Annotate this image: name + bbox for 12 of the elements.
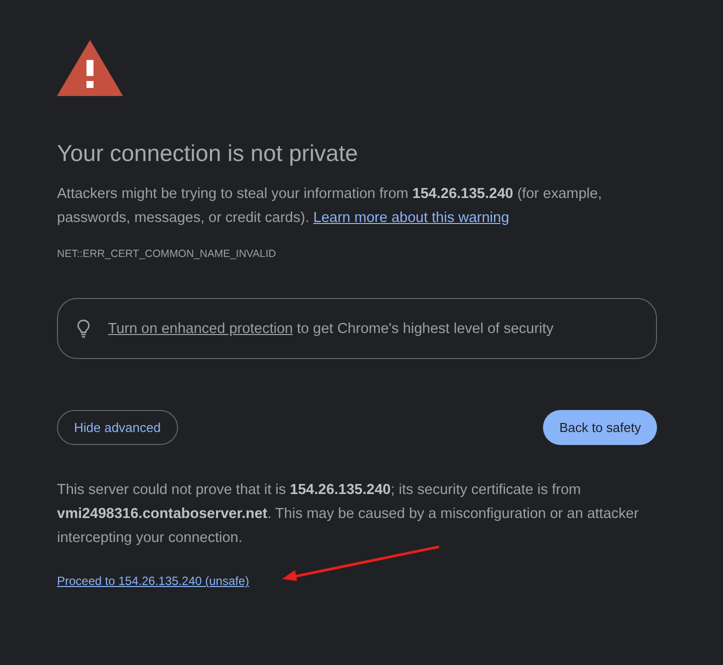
enhanced-protection-link[interactable]: Turn on enhanced protection	[108, 320, 293, 336]
warning-text: Attackers might be trying to steal your information from 154.26.135.240 (for example, passwords, messages, or credit cards). Learn more about this warning	[57, 185, 603, 228]
lightbulb-icon	[77, 319, 90, 338]
page-heading: Your connection is not private	[57, 139, 359, 167]
hide-advanced-button[interactable]: Hide advanced	[57, 410, 178, 445]
certificate-details-text: This server could not prove that it is 154.26.135.240; its security certificate is from vmi2498316.contaboserver.net. This may be caused by a misconfiguration or an attacker intercepting your connection.	[57, 481, 640, 548]
proceed-link[interactable]: Proceed to 154.26.135.240 (unsafe)	[57, 573, 250, 589]
back-to-safety-button[interactable]: Back to safety	[543, 410, 657, 445]
learn-more-link[interactable]: Learn more about this warning	[313, 210, 510, 226]
enhanced-protection-text: Turn on enhanced protection to get Chrome's highest level of security	[108, 320, 554, 338]
error-code: NET::ERR_CERT_COMMON_NAME_INVALID	[57, 247, 277, 262]
warning-icon	[57, 40, 123, 96]
